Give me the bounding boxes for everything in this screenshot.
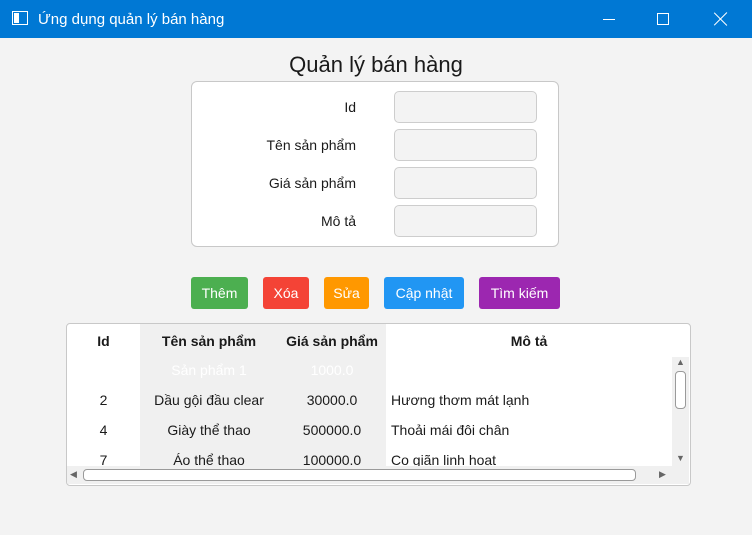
app-icon xyxy=(12,11,28,25)
maximize-icon xyxy=(657,13,669,25)
scroll-right-icon[interactable]: ▶ xyxy=(659,470,666,479)
name-label: Tên sản phẩm xyxy=(266,137,357,153)
name-field[interactable] xyxy=(394,129,537,161)
add-button[interactable]: Thêm xyxy=(191,277,248,309)
column-header-name[interactable]: Tên sản phẩm xyxy=(140,324,278,357)
id-label: Id xyxy=(344,99,356,115)
scrollbar-corner xyxy=(672,466,689,484)
cell-id: 2 xyxy=(99,392,108,408)
maximize-button[interactable] xyxy=(640,0,686,38)
cell-desc: Hương thơm mát lạnh xyxy=(391,392,530,408)
table-row[interactable]: 1 Sản phẩm 1 1000.0 Hợp thời trang xyxy=(67,355,672,385)
update-button[interactable]: Cập nhật xyxy=(384,277,464,309)
table-row[interactable]: 2 Dầu gội đầu clear 30000.0 Hương thơm m… xyxy=(67,385,672,415)
cell-id: 4 xyxy=(99,422,108,438)
minimize-button[interactable] xyxy=(586,0,632,38)
horizontal-scrollbar[interactable]: ◀ ▶ xyxy=(67,466,672,484)
scroll-left-icon[interactable]: ◀ xyxy=(70,470,77,479)
cell-desc: Hợp thời trang xyxy=(391,362,482,378)
id-field[interactable] xyxy=(394,91,537,123)
horizontal-scroll-thumb[interactable] xyxy=(83,469,636,481)
cell-name: Dầu gội đầu clear xyxy=(140,385,278,415)
minimize-icon xyxy=(603,18,615,20)
column-header-id[interactable]: Id xyxy=(67,324,140,357)
delete-button[interactable]: Xóa xyxy=(263,277,309,309)
cell-price: 30000.0 xyxy=(278,385,386,415)
cell-price: 500000.0 xyxy=(278,415,386,445)
desc-label: Mô tả xyxy=(320,213,356,229)
product-table: Id Tên sản phẩm Giá sản phẩm Mô tả 1 Sản… xyxy=(66,323,691,486)
window-title: Ứng dụng quản lý bán hàng xyxy=(38,11,225,28)
close-button[interactable] xyxy=(698,0,744,38)
cell-name: Giày thể thao xyxy=(140,415,278,445)
cell-desc: Thoải mái đôi chân xyxy=(391,422,510,438)
price-label: Giá sản phẩm xyxy=(268,175,356,191)
column-header-desc[interactable]: Mô tả xyxy=(386,324,672,357)
price-field[interactable] xyxy=(394,167,537,199)
scroll-down-icon[interactable]: ▼ xyxy=(676,454,685,463)
vertical-scrollbar[interactable]: ▲ ▼ xyxy=(672,357,689,466)
title-bar: Ứng dụng quản lý bán hàng xyxy=(0,0,752,38)
cell-id: 1 xyxy=(99,362,108,378)
edit-button[interactable]: Sửa xyxy=(324,277,369,309)
page-title: Quản lý bán hàng xyxy=(289,52,463,77)
desc-field[interactable] xyxy=(394,205,537,237)
close-icon xyxy=(714,12,728,26)
column-header-price[interactable]: Giá sản phẩm xyxy=(278,324,386,357)
cell-name: Sản phẩm 1 xyxy=(140,355,278,385)
search-button[interactable]: Tìm kiếm xyxy=(479,277,560,309)
vertical-scroll-thumb[interactable] xyxy=(675,371,686,409)
cell-price: 1000.0 xyxy=(278,355,386,385)
scroll-up-icon[interactable]: ▲ xyxy=(676,358,685,367)
table-row[interactable]: 4 Giày thể thao 500000.0 Thoải mái đôi c… xyxy=(67,415,672,445)
product-form: Id Tên sản phẩm Giá sản phẩm Mô tả xyxy=(191,81,559,247)
